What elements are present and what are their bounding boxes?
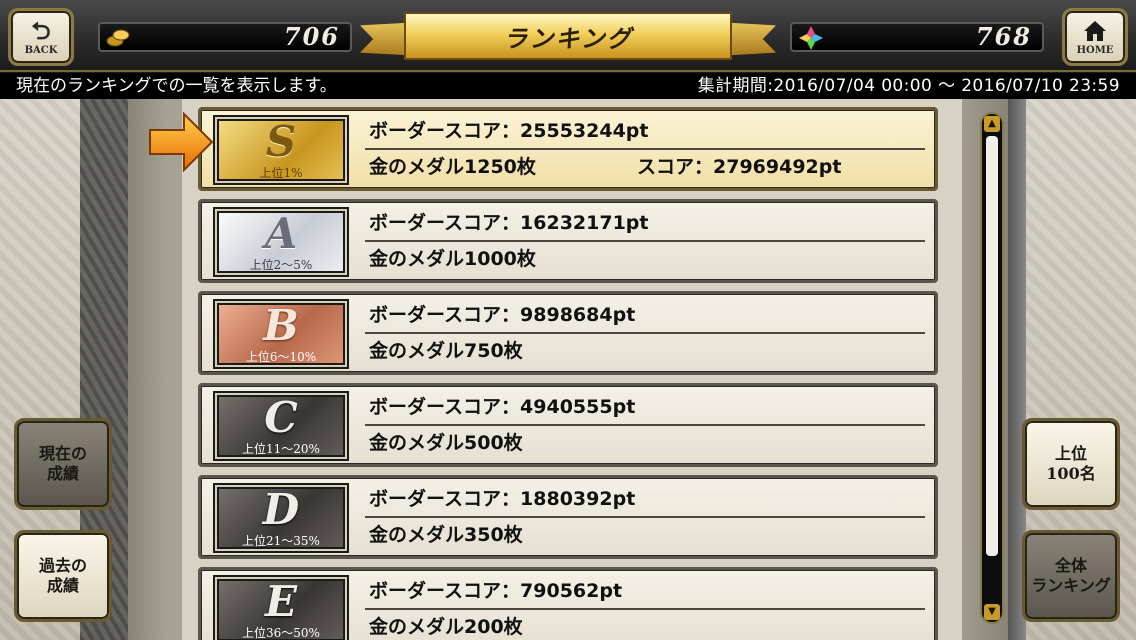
reward-text: 金のメダル500枚 (369, 432, 523, 454)
top100-button[interactable]: 上位 100名 (1022, 418, 1120, 510)
rank-range: 上位36～50% (242, 626, 320, 640)
reward-text: 金のメダル200枚 (369, 616, 523, 638)
coin-value: 706 (283, 22, 340, 51)
reward-text: 金のメダル350枚 (369, 524, 523, 546)
rank-badge: D 上位21～35% (213, 483, 349, 553)
reward-text: 金のメダル1250枚 (369, 156, 536, 178)
rank-row-c[interactable]: C 上位11～20% ボーダースコア：4940555pt 金のメダル500枚 (198, 383, 938, 467)
coin-icon (106, 29, 130, 47)
scroll-thumb[interactable] (986, 136, 998, 556)
title-banner: ランキング (360, 4, 776, 64)
back-label: BACK (24, 44, 58, 56)
rank-range: 上位2～5% (249, 258, 313, 272)
rank-row-d[interactable]: D 上位21～35% ボーダースコア：1880392pt 金のメダル350枚 (198, 475, 938, 559)
border-score: ボーダースコア：1880392pt (369, 488, 636, 510)
border-score: ボーダースコア：16232171pt (369, 212, 649, 234)
rank-range: 上位11～20% (242, 442, 320, 456)
border-score: ボーダースコア：790562pt (369, 580, 623, 602)
page-title: ランキング (503, 23, 633, 53)
rank-badge: S 上位1% (213, 115, 349, 185)
rank-row-b[interactable]: B 上位6～10% ボーダースコア：9898684pt 金のメダル750枚 (198, 291, 938, 375)
home-button[interactable]: HOME (1062, 8, 1128, 66)
border-score: ボーダースコア：9898684pt (369, 304, 636, 326)
gem-value: 768 (975, 22, 1032, 51)
all-ranking-label: 全体 ランキング (1031, 556, 1111, 595)
back-arrow-icon: ⮌ (31, 16, 51, 45)
current-results-button[interactable]: 現在の 成績 (14, 418, 112, 510)
all-ranking-button[interactable]: 全体 ランキング (1022, 530, 1120, 622)
info-strip: 現在のランキングでの一覧を表示します。 集計期間:2016/07/04 00:0… (0, 73, 1136, 99)
period-text: 集計期間:2016/07/04 00:00 ～ 2016/07/10 23:59 (697, 76, 1120, 96)
rank-range: 上位6～10% (245, 350, 317, 364)
rank-letter: C (264, 393, 298, 442)
rank-letter: D (262, 485, 300, 534)
back-button[interactable]: ⮌ BACK (8, 8, 74, 66)
my-score: スコア：27969492pt (637, 156, 842, 178)
rank-badge: C 上位11～20% (213, 391, 349, 461)
gem-icon (799, 26, 823, 50)
rank-badge: E 上位36～50% (213, 575, 349, 640)
rank-badge: A 上位2～5% (213, 207, 349, 277)
past-results-button[interactable]: 過去の 成績 (14, 530, 112, 622)
reward-text: 金のメダル750枚 (369, 340, 523, 362)
top-bar: ⮌ BACK 706 ランキング 768 HOME (0, 0, 1136, 72)
description-text: 現在のランキングでの一覧を表示します。 (16, 76, 337, 96)
rank-row-e[interactable]: E 上位36～50% ボーダースコア：790562pt 金のメダル200枚 (198, 567, 938, 640)
coin-counter: 706 (98, 22, 352, 52)
past-results-label: 過去の 成績 (38, 556, 87, 595)
rank-letter: S (265, 117, 297, 166)
rank-range: 上位21～35% (242, 534, 320, 548)
gem-counter: 768 (790, 22, 1044, 52)
rank-letter: A (264, 209, 298, 258)
scroll-up-icon[interactable]: ▲ (984, 116, 1000, 132)
home-label: HOME (1076, 44, 1114, 56)
current-results-label: 現在の 成績 (38, 444, 87, 483)
rank-row-s[interactable]: S 上位1% ボーダースコア：25553244pt 金のメダル1250枚 スコア… (198, 107, 938, 191)
rank-letter: E (264, 577, 297, 626)
rank-row-a[interactable]: A 上位2～5% ボーダースコア：16232171pt 金のメダル1000枚 (198, 199, 938, 283)
scrollbar[interactable]: ▲ ▼ (980, 112, 1004, 624)
ranking-list[interactable]: S 上位1% ボーダースコア：25553244pt 金のメダル1250枚 スコア… (128, 99, 1008, 640)
rank-letter: B (263, 301, 299, 350)
reward-text: 金のメダル1000枚 (369, 248, 536, 270)
top100-label: 上位 100名 (1046, 444, 1096, 483)
border-score: ボーダースコア：25553244pt (369, 120, 649, 142)
scroll-down-icon[interactable]: ▼ (984, 604, 1000, 620)
home-icon (1084, 20, 1106, 41)
rank-badge: B 上位6～10% (213, 299, 349, 369)
rank-range: 上位1% (259, 166, 303, 180)
border-score: ボーダースコア：4940555pt (369, 396, 636, 418)
pointer-arrow-icon (149, 112, 214, 172)
